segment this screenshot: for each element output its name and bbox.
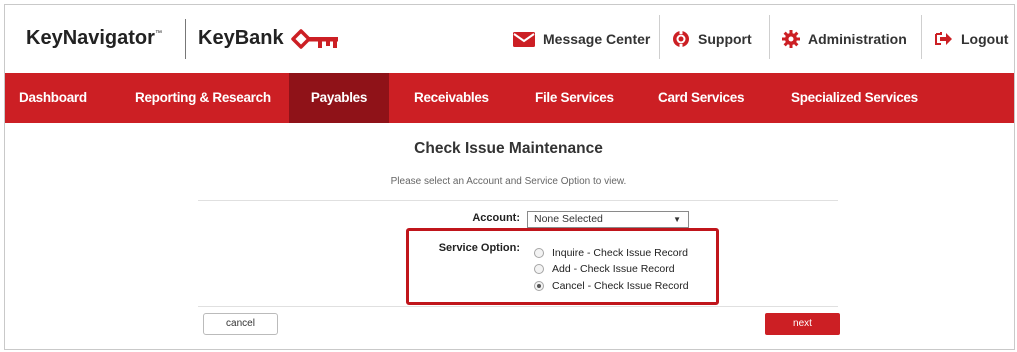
service-option-cancel-label: Cancel - Check Issue Record: [552, 280, 689, 292]
header-separator: [921, 15, 922, 59]
key-logo-icon: [291, 29, 338, 49]
logout-arrow-icon: [935, 32, 952, 45]
radio-cancel[interactable]: [534, 281, 544, 291]
instruction-text: Please select an Account and Service Opt…: [390, 176, 627, 187]
header-separator: [769, 15, 770, 59]
account-select-value: None Selected: [534, 213, 603, 225]
message-center-link[interactable]: Message Center: [513, 27, 650, 51]
account-label: Account:: [472, 212, 520, 224]
service-option-inquire-label: Inquire - Check Issue Record: [552, 247, 688, 259]
gear-icon: [782, 30, 800, 48]
keynavigator-logo[interactable]: KeyNavigator™: [26, 27, 162, 50]
nav-item-dashboard[interactable]: Dashboard: [19, 73, 87, 123]
dropdown-arrow-icon: ▼: [673, 215, 681, 224]
header: KeyNavigator™ KeyBank Message Center Sup…: [5, 5, 1014, 73]
administration-link[interactable]: Administration: [782, 27, 907, 51]
next-button[interactable]: next: [765, 313, 840, 335]
nav-item-reporting-research[interactable]: Reporting & Research: [135, 73, 271, 123]
service-option-add-label: Add - Check Issue Record: [552, 263, 675, 275]
support-link[interactable]: Support: [672, 27, 752, 51]
page-title: Check Issue Maintenance: [414, 140, 603, 157]
nav-item-receivables[interactable]: Receivables: [414, 73, 489, 123]
logout-label: Logout: [961, 31, 1009, 47]
divider-top: [198, 200, 838, 201]
nav-item-specialized-services[interactable]: Specialized Services: [791, 73, 918, 123]
nav-item-payables[interactable]: Payables: [289, 73, 389, 123]
trademark-mark: ™: [154, 30, 162, 37]
cancel-button[interactable]: cancel: [203, 313, 278, 335]
logout-link[interactable]: Logout: [935, 27, 1008, 51]
brand-divider: [185, 19, 186, 59]
administration-label: Administration: [808, 31, 907, 47]
service-option-cancel[interactable]: Cancel - Check Issue Record: [534, 278, 689, 294]
divider-bottom: [198, 306, 838, 307]
service-option-add[interactable]: Add - Check Issue Record: [534, 261, 675, 277]
radio-inquire[interactable]: [534, 248, 544, 258]
keybank-logo-text: KeyBank: [198, 27, 284, 49]
nav-item-card-services[interactable]: Card Services: [658, 73, 744, 123]
message-center-label: Message Center: [543, 31, 651, 47]
account-select[interactable]: None Selected ▼: [527, 211, 689, 228]
envelope-icon: [513, 31, 535, 47]
main-nav: Dashboard Reporting & Research Payables …: [5, 73, 1014, 123]
lifebuoy-icon: [673, 31, 689, 47]
header-separator: [659, 15, 660, 59]
radio-add[interactable]: [534, 264, 544, 274]
keynavigator-logo-text: KeyNavigator: [26, 27, 155, 49]
service-option-label: Service Option:: [438, 242, 520, 254]
service-option-inquire[interactable]: Inquire - Check Issue Record: [534, 245, 688, 261]
nav-item-file-services[interactable]: File Services: [535, 73, 614, 123]
support-label: Support: [698, 31, 752, 47]
